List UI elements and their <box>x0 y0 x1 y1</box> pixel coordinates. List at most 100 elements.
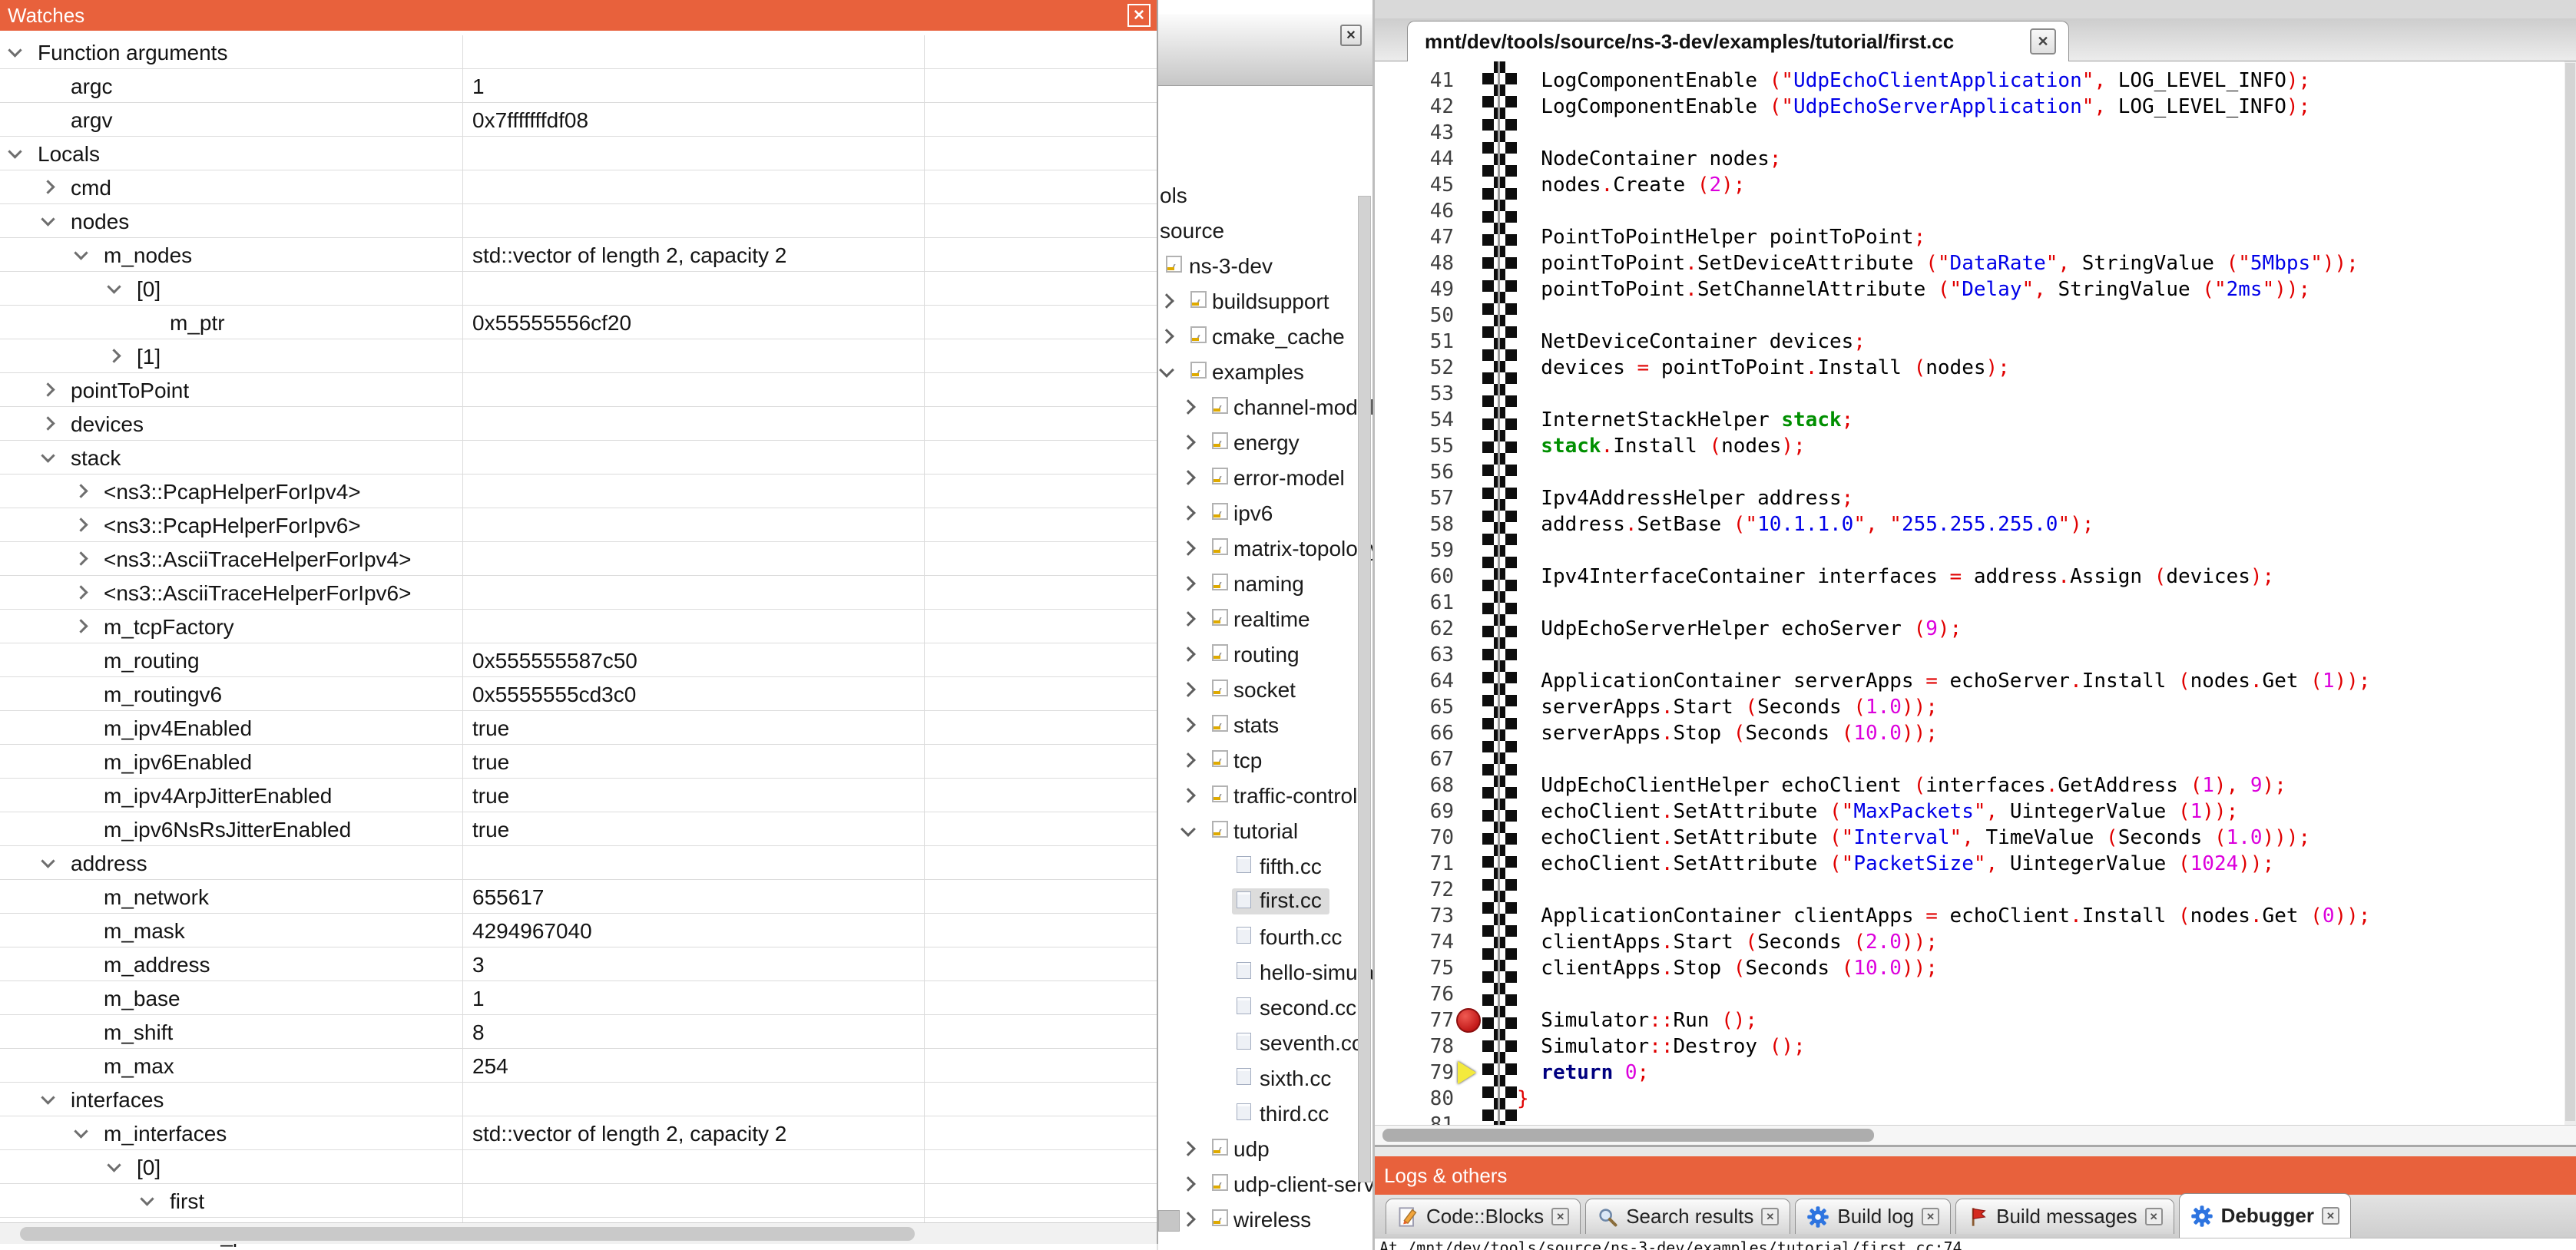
code-line-58[interactable]: 58 address.SetBase ("10.1.1.0", "255.255… <box>1375 511 2576 537</box>
line-number[interactable]: 60 <box>1375 564 1454 590</box>
line-number[interactable]: 63 <box>1375 642 1454 668</box>
chevron-down-icon[interactable] <box>107 1158 121 1172</box>
chevron-down-icon[interactable] <box>1159 362 1174 378</box>
tree-item-matrix-topology[interactable]: matrix-topology <box>1158 531 1372 567</box>
watch-row[interactable]: m_max254 <box>0 1049 1157 1083</box>
tree-item-traffic-control[interactable]: traffic-control <box>1158 779 1372 814</box>
chevron-right-icon[interactable] <box>1180 611 1196 627</box>
watch-row[interactable]: pointToPoint <box>0 373 1157 407</box>
chevron-right-icon[interactable] <box>74 585 88 599</box>
chevron-down-icon[interactable] <box>107 279 121 293</box>
line-number[interactable]: 64 <box>1375 668 1454 694</box>
watch-row[interactable]: <ns3::AsciiTraceHelperForIpv4> <box>0 542 1157 576</box>
watch-row[interactable]: m_ipv4Enabledtrue <box>0 711 1157 745</box>
line-number[interactable]: 70 <box>1375 825 1454 851</box>
chevron-down-icon[interactable] <box>74 1124 88 1138</box>
line-number[interactable]: 49 <box>1375 276 1454 303</box>
close-icon[interactable] <box>2322 1207 2339 1225</box>
watch-row[interactable]: devices <box>0 407 1157 441</box>
watch-row[interactable]: m_network655617 <box>0 880 1157 914</box>
projects-vertical-scrollbar[interactable] <box>1358 196 1371 1182</box>
close-icon[interactable] <box>1340 25 1362 46</box>
code-line-80[interactable]: 80} <box>1375 1086 2576 1112</box>
chevron-right-icon[interactable] <box>74 484 88 498</box>
tree-item-ipv6[interactable]: ipv6 <box>1158 496 1372 531</box>
tree-item-hello-simulator-cc[interactable]: hello-simulator.cc <box>1158 955 1372 990</box>
watches-horizontal-scrollbar[interactable] <box>0 1222 1157 1244</box>
line-number[interactable]: 68 <box>1375 772 1454 799</box>
chevron-down-icon[interactable] <box>8 43 22 57</box>
watch-row[interactable]: argc1 <box>0 69 1157 103</box>
code-line-48[interactable]: 48 pointToPoint.SetDeviceAttribute ("Dat… <box>1375 250 2576 276</box>
watch-row[interactable]: m_routing0x555555587c50 <box>0 643 1157 677</box>
tree-item-ns-3-dev[interactable]: ns-3-dev <box>1158 249 1372 284</box>
logs-header[interactable]: Logs & others <box>1375 1156 2576 1195</box>
chevron-right-icon[interactable] <box>1180 541 1196 556</box>
logs-tab-debugger[interactable]: Debugger <box>2179 1193 2351 1238</box>
code-line-75[interactable]: 75 clientApps.Stop (Seconds (10.0)); <box>1375 955 2576 981</box>
chevron-down-icon[interactable] <box>74 246 88 260</box>
projects-horizontal-scrollbar[interactable] <box>1158 1210 1180 1232</box>
chevron-right-icon[interactable] <box>1180 646 1196 662</box>
chevron-down-icon[interactable] <box>41 448 55 462</box>
watch-row[interactable]: m_ipv4ArpJitterEnabledtrue <box>0 779 1157 812</box>
line-number[interactable]: 72 <box>1375 877 1454 903</box>
code-line-56[interactable]: 56 <box>1375 459 2576 485</box>
watch-row[interactable]: m_address3 <box>0 947 1157 981</box>
line-number[interactable]: 61 <box>1375 590 1454 616</box>
code-line-71[interactable]: 71 echoClient.SetAttribute ("PacketSize"… <box>1375 851 2576 877</box>
chevron-right-icon[interactable] <box>1180 576 1196 591</box>
watch-row[interactable]: [0] <box>0 1150 1157 1184</box>
tree-item-stats[interactable]: stats <box>1158 708 1372 743</box>
line-number[interactable]: 62 <box>1375 616 1454 642</box>
watch-row[interactable]: m_routingv60x5555555cd3c0 <box>0 677 1157 711</box>
line-number[interactable]: 41 <box>1375 68 1454 94</box>
breakpoint-icon[interactable] <box>1456 1008 1481 1033</box>
code-line-53[interactable]: 53 <box>1375 381 2576 407</box>
line-number[interactable]: 75 <box>1375 955 1454 981</box>
chevron-down-icon[interactable] <box>41 854 55 868</box>
chevron-right-icon[interactable] <box>1180 1176 1196 1192</box>
tree-item-tcp[interactable]: tcp <box>1158 743 1372 779</box>
watch-row[interactable]: Locals <box>0 137 1157 170</box>
tree-item-ols[interactable]: ols <box>1158 178 1372 213</box>
line-number[interactable]: 42 <box>1375 94 1454 120</box>
chevron-down-icon[interactable] <box>140 1192 154 1205</box>
logs-tab-build-messages[interactable]: Build messages <box>1955 1199 2174 1234</box>
code-line-78[interactable]: 78 Simulator::Destroy (); <box>1375 1033 2576 1060</box>
watches-titlebar[interactable]: Watches <box>0 0 1157 31</box>
editor-tab-first-cc[interactable]: mnt/dev/tools/source/ns-3-dev/examples/t… <box>1407 21 2069 61</box>
line-number[interactable]: 45 <box>1375 172 1454 198</box>
line-number[interactable]: 47 <box>1375 224 1454 250</box>
code-line-76[interactable]: 76 <box>1375 981 2576 1007</box>
line-number[interactable]: 57 <box>1375 485 1454 511</box>
tree-item-fifth-cc[interactable]: fifth.cc <box>1158 849 1372 885</box>
logs-tab-build-log[interactable]: Build log <box>1795 1199 1951 1234</box>
line-number[interactable]: 59 <box>1375 537 1454 564</box>
watch-row[interactable]: [1] <box>0 339 1157 373</box>
chevron-right-icon[interactable] <box>74 551 88 565</box>
watch-row[interactable]: m_ipv6Enabledtrue <box>0 745 1157 779</box>
code-line-73[interactable]: 73 ApplicationContainer clientApps = ech… <box>1375 903 2576 929</box>
chevron-right-icon[interactable] <box>1180 505 1196 521</box>
code-line-57[interactable]: 57 Ipv4AddressHelper address; <box>1375 485 2576 511</box>
line-number[interactable]: 74 <box>1375 929 1454 955</box>
line-number[interactable]: 76 <box>1375 981 1454 1007</box>
line-number[interactable]: 46 <box>1375 198 1454 224</box>
chevron-right-icon[interactable] <box>1159 329 1174 344</box>
watch-row[interactable]: nodes <box>0 204 1157 238</box>
code-line-45[interactable]: 45 nodes.Create (2); <box>1375 172 2576 198</box>
chevron-right-icon[interactable] <box>1180 399 1196 415</box>
watch-row[interactable]: first <box>0 1184 1157 1218</box>
chevron-down-icon[interactable] <box>41 212 55 226</box>
chevron-right-icon[interactable] <box>1180 1141 1196 1156</box>
code-line-49[interactable]: 49 pointToPoint.SetChannelAttribute ("De… <box>1375 276 2576 303</box>
tree-item-third-cc[interactable]: third.cc <box>1158 1096 1372 1132</box>
line-number[interactable]: 67 <box>1375 746 1454 772</box>
code-line-66[interactable]: 66 serverApps.Stop (Seconds (10.0)); <box>1375 720 2576 746</box>
watch-row[interactable]: [0] <box>0 272 1157 306</box>
projects-tree[interactable]: olssourcens-3-devbuildsupportcmake_cache… <box>1158 178 1372 1238</box>
watch-row[interactable]: cmd <box>0 170 1157 204</box>
chevron-right-icon[interactable] <box>1180 752 1196 768</box>
code-line-41[interactable]: 41 LogComponentEnable ("UdpEchoClientApp… <box>1375 68 2576 94</box>
